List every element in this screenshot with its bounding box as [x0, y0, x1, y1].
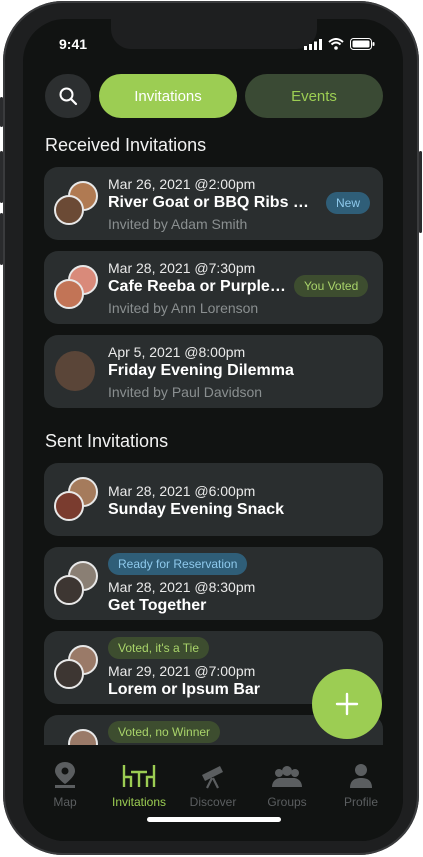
person-icon [350, 764, 372, 788]
status-badge-voted: You Voted [294, 275, 369, 297]
notch [111, 19, 317, 49]
received-section-title: Received Invitations [45, 135, 207, 155]
tabbar-label: Groups [267, 795, 307, 809]
volume-down-button [0, 213, 3, 265]
status-badge-ready: Ready for Reservation [108, 553, 248, 575]
avatar-group [54, 645, 98, 689]
screen: 9:41 Invitations Events Received Invitat… [23, 19, 403, 841]
tabbar-label: Profile [343, 795, 378, 809]
invitation-date: Mar 28, 2021 @7:30pm [108, 260, 256, 276]
silent-switch [0, 97, 3, 127]
phone-frame: 9:41 Invitations Events Received Invitat… [0, 1, 422, 855]
avatar-group [54, 181, 98, 225]
received-invitation-card[interactable]: Mar 28, 2021 @7:30pm Cafe Reeba or Purpl… [44, 251, 383, 324]
avatar [54, 195, 84, 225]
sent-section-title: Sent Invitations [45, 431, 169, 451]
invitation-date: Apr 5, 2021 @8:00pm [108, 344, 246, 360]
group-icon [272, 766, 302, 787]
avatar-group [54, 477, 98, 521]
invitation-title: Lorem or Ipsum Bar [108, 681, 261, 698]
add-invitation-button[interactable] [312, 669, 382, 739]
avatar [54, 491, 84, 521]
avatar-group [54, 265, 98, 309]
avatar [54, 279, 84, 309]
received-invitation-card[interactable]: Apr 5, 2021 @8:00pm Friday Evening Dilem… [44, 335, 383, 408]
volume-up-button [0, 151, 3, 203]
status-badge-tie: Voted, it's a Tie [108, 637, 210, 659]
sent-invitation-card[interactable]: Ready for Reservation Mar 28, 2021 @8:30… [44, 547, 383, 620]
tabbar-item-map[interactable]: Map [27, 759, 103, 809]
tabbar-label: Map [53, 795, 77, 809]
avatar [55, 351, 95, 391]
status-badge-new: New [326, 192, 371, 214]
avatar-group [54, 561, 98, 605]
search-icon [59, 87, 78, 106]
received-invitation-card[interactable]: Mar 26, 2021 @2:00pm River Goat or BBQ R… [44, 167, 383, 240]
invitation-date: Mar 29, 2021 @7:00pm [108, 663, 256, 679]
invitation-title: Sunday Evening Snack [108, 501, 285, 518]
avatar [54, 575, 84, 605]
status-time: 9:41 [59, 36, 88, 52]
invited-by: Invited by Ann Lorenson [108, 300, 259, 316]
invitation-date: Mar 28, 2021 @8:30pm [108, 579, 256, 595]
tabbar-item-groups[interactable]: Groups [249, 759, 325, 809]
status-icons [304, 38, 375, 50]
signal-icon [304, 38, 322, 50]
invitation-title: Friday Evening Dilemma [108, 362, 294, 379]
sent-invitation-card[interactable]: Mar 28, 2021 @6:00pm Sunday Evening Snac… [44, 463, 383, 536]
wifi-icon [328, 38, 344, 50]
invitation-title: Get Together [108, 597, 207, 614]
invited-by: Invited by Paul Davidson [108, 384, 263, 400]
search-button[interactable] [45, 74, 91, 118]
home-indicator [147, 817, 281, 822]
invitation-title: Cafe Reeba or Purple P... [108, 278, 288, 295]
tabbar-label: Discover [189, 795, 237, 809]
tabbar-item-discover[interactable]: Discover [175, 759, 251, 809]
bottom-tab-bar: Map Invitations Discover Groups Profile [23, 745, 403, 841]
invited-by: Invited by Adam Smith [108, 216, 248, 232]
status-badge-no-winner: Voted, no Winner [108, 721, 221, 743]
map-pin-icon [55, 762, 75, 788]
power-button [419, 151, 422, 233]
invitation-date: Mar 28, 2021 @6:00pm [108, 483, 256, 499]
avatar [54, 659, 84, 689]
invitation-title: River Goat or BBQ Ribs & C... [108, 194, 318, 211]
tab-invitations[interactable]: Invitations [99, 74, 237, 118]
tab-events[interactable]: Events [245, 74, 383, 118]
battery-icon [350, 38, 375, 50]
table-icon [122, 765, 156, 787]
tabbar-item-invitations[interactable]: Invitations [101, 759, 177, 809]
telescope-icon [202, 766, 223, 789]
tabbar-item-profile[interactable]: Profile [323, 759, 399, 809]
tabbar-label: Invitations [111, 795, 167, 809]
invitation-date: Mar 26, 2021 @2:00pm [108, 176, 256, 192]
plus-icon [335, 692, 359, 716]
